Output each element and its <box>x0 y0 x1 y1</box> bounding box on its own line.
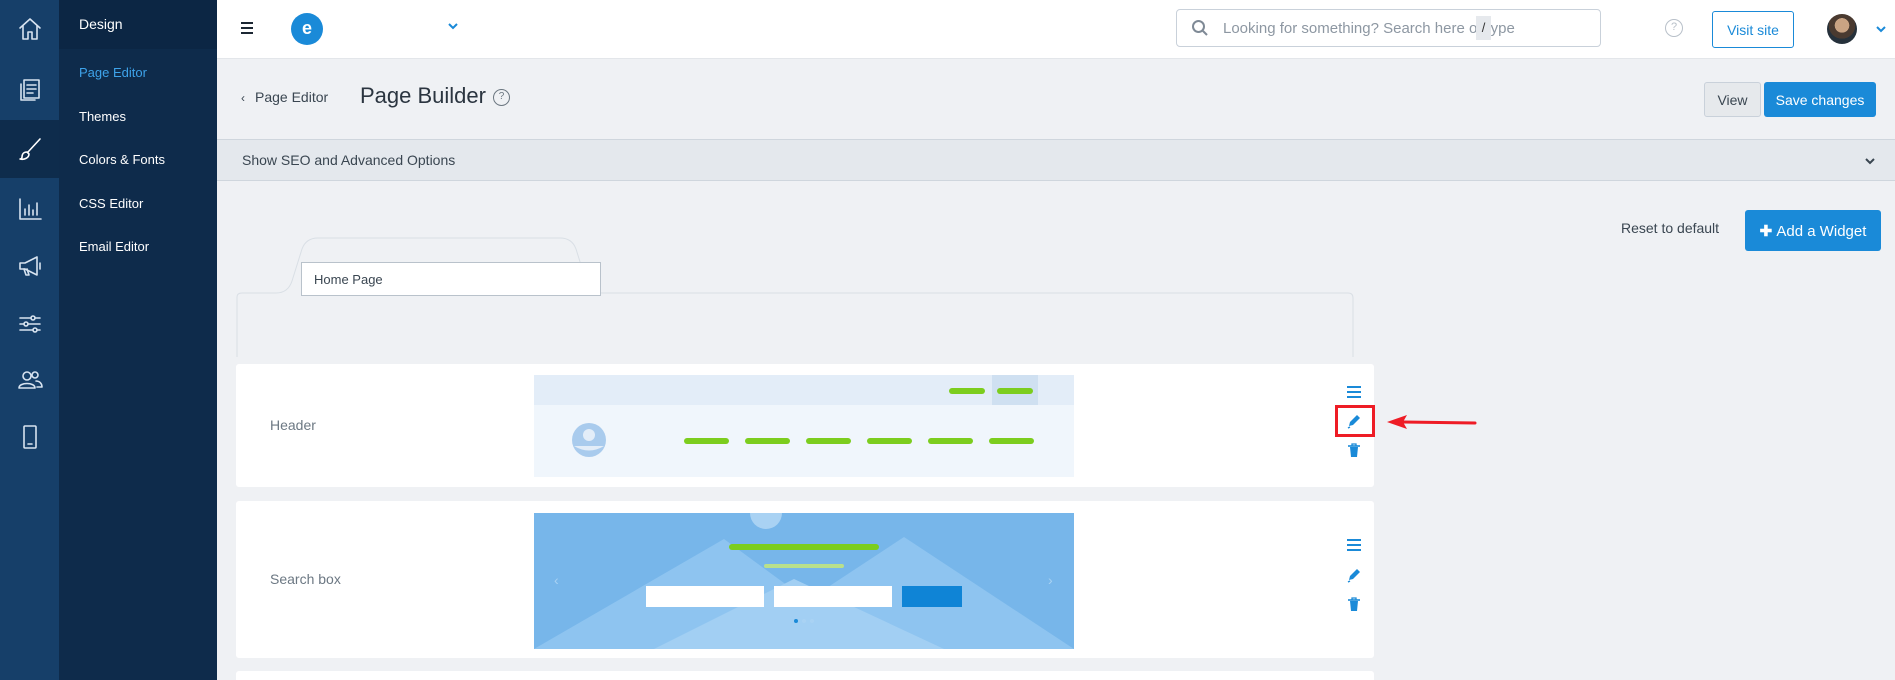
subnav-item-page-editor[interactable]: Page Editor <box>79 65 147 80</box>
visit-site-button[interactable]: Visit site <box>1712 11 1794 48</box>
breadcrumb-back[interactable]: ‹ Page Editor <box>241 89 328 105</box>
subnav-item-themes[interactable]: Themes <box>79 109 126 124</box>
avatar[interactable] <box>1827 14 1857 44</box>
chevron-left-icon: ‹ <box>241 91 245 105</box>
brand-logo[interactable]: e <box>291 13 323 45</box>
analytics-icon <box>18 198 42 220</box>
chevron-down-icon[interactable] <box>446 19 460 33</box>
edit-pencil-icon[interactable] <box>1345 566 1363 584</box>
add-widget-button[interactable]: ✚ Add a Widget <box>1745 210 1881 251</box>
rail-mobile[interactable] <box>0 408 59 466</box>
pages-icon <box>19 79 40 101</box>
widget-label: Header <box>270 417 316 433</box>
page-builder-canvas: Reset to default ✚ Add a Widget Header <box>217 181 1895 680</box>
breadcrumb-label: Page Editor <box>255 89 329 105</box>
users-icon <box>17 371 43 389</box>
seo-options-toggle[interactable]: Show SEO and Advanced Options <box>217 139 1895 181</box>
rail-marketing[interactable] <box>0 237 59 295</box>
page-title: Page Builder <box>360 83 486 108</box>
plus-icon: ✚ <box>1759 222 1777 240</box>
chevron-down-icon[interactable] <box>1874 22 1888 36</box>
home-icon <box>18 18 41 40</box>
svg-text:›: › <box>1048 572 1053 588</box>
view-button[interactable]: View <box>1704 82 1761 117</box>
svg-text:‹: ‹ <box>554 572 559 588</box>
global-search: / <box>1176 9 1601 47</box>
rail-design[interactable] <box>0 120 59 178</box>
widget-label: Search box <box>270 571 341 587</box>
rail-analytics[interactable] <box>0 180 59 238</box>
subnav-item-email-editor[interactable]: Email Editor <box>79 239 149 254</box>
widget-row-search-box: Search box ‹ › <box>236 501 1374 658</box>
chevron-down-icon <box>1863 154 1877 168</box>
reorder-icon[interactable] <box>1345 536 1363 554</box>
rail-settings[interactable] <box>0 295 59 353</box>
add-widget-label: Add a Widget <box>1776 222 1867 240</box>
topbar: e / ? Visit site <box>217 0 1895 59</box>
rail-home[interactable] <box>0 0 59 58</box>
reorder-icon[interactable] <box>1345 383 1363 401</box>
header-widget-preview <box>534 375 1074 477</box>
trash-icon[interactable] <box>1345 595 1363 613</box>
mobile-icon <box>22 425 37 449</box>
trash-icon[interactable] <box>1345 441 1363 459</box>
help-icon[interactable]: ? <box>1665 19 1683 37</box>
subnav-item-css-editor[interactable]: CSS Editor <box>79 196 143 211</box>
annotation-highlight-box <box>1335 405 1375 437</box>
icon-rail <box>0 0 59 680</box>
search-shortcut-key: / <box>1476 16 1491 40</box>
rail-pages[interactable] <box>0 60 59 118</box>
search-box-widget-preview: ‹ › <box>534 513 1074 649</box>
design-subnav: Design Page Editor Themes Colors & Fonts… <box>59 0 217 680</box>
save-changes-button[interactable]: Save changes <box>1764 82 1876 117</box>
sliders-icon <box>18 315 41 333</box>
widget-row-next <box>236 671 1374 680</box>
widget-row-header: Header <box>236 364 1374 487</box>
help-icon[interactable]: ? <box>493 89 510 106</box>
page-tab-outline <box>236 237 1354 357</box>
annotation-arrow-icon <box>1387 415 1477 429</box>
hamburger-icon[interactable] <box>241 22 253 37</box>
search-icon <box>1191 19 1209 37</box>
reset-to-default-link[interactable]: Reset to default <box>1621 220 1719 236</box>
page-header: ‹ Page Editor Page Builder ? View Save ch… <box>217 59 1895 139</box>
seo-options-label: Show SEO and Advanced Options <box>242 152 456 168</box>
rail-customers[interactable] <box>0 351 59 409</box>
subnav-item-colors-fonts[interactable]: Colors & Fonts <box>79 152 165 167</box>
page-tab-name-input[interactable] <box>301 262 601 296</box>
megaphone-icon <box>18 256 41 276</box>
brush-icon <box>18 138 41 161</box>
subnav-heading: Design <box>59 0 217 49</box>
